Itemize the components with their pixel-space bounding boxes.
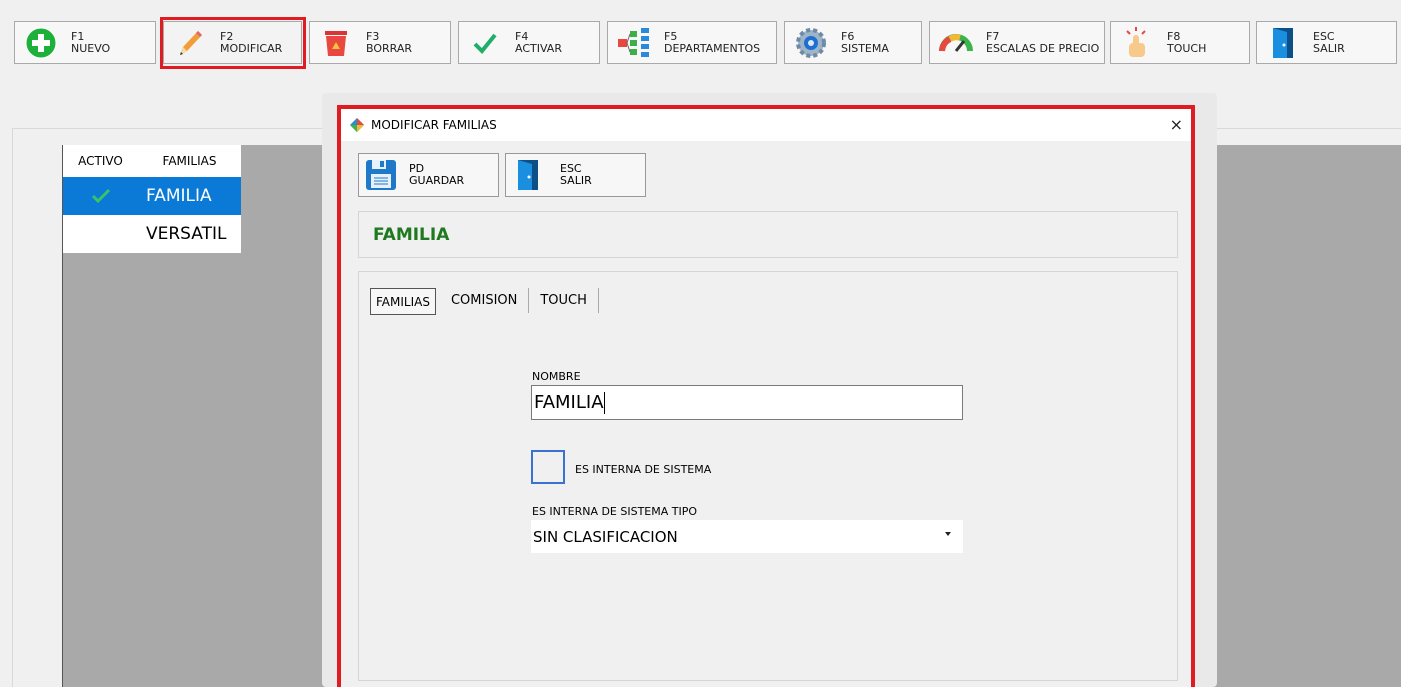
es-interna-label: ES INTERNA DE SISTEMA: [575, 463, 712, 476]
familia-name-heading: FAMILIA: [373, 225, 450, 245]
nombre-input[interactable]: FAMILIA: [531, 385, 963, 420]
trash-icon: [325, 30, 347, 56]
nuevo-button[interactable]: F1 NUEVO: [14, 21, 156, 64]
sistema-key: F6: [841, 29, 855, 43]
nuevo-label: NUEVO: [71, 41, 111, 55]
save-icon: [366, 160, 396, 190]
touch-button[interactable]: F8 TOUCH: [1110, 21, 1250, 64]
dialog-title: MODIFICAR FAMILIAS: [371, 118, 497, 132]
borrar-label: BORRAR: [366, 41, 413, 55]
escalas-precio-button[interactable]: F7 ESCALAS DE PRECIO: [929, 21, 1105, 64]
escalas-label: ESCALAS DE PRECIO: [986, 41, 1100, 55]
salir-button[interactable]: ESC SALIR: [1256, 21, 1397, 64]
salir-label: SALIR: [1313, 41, 1345, 55]
row-active-cell[interactable]: [63, 177, 138, 215]
tipo-label: ES INTERNA DE SISTEMA TIPO: [532, 505, 698, 518]
activar-label: ACTIVAR: [515, 41, 562, 55]
app-logo-icon: [350, 118, 364, 132]
touch-icon: [1126, 26, 1146, 57]
tab-strip: FAMILIAS COMISION TOUCH: [370, 288, 599, 315]
escalas-key: F7: [986, 29, 1000, 43]
highlight-modificar: [160, 17, 306, 69]
salir-key: ESC: [1313, 29, 1335, 43]
check-icon: [473, 33, 497, 54]
familia-name-panel: FAMILIA: [358, 211, 1178, 258]
es-interna-checkbox[interactable]: [531, 450, 565, 484]
gear-icon: [796, 27, 826, 58]
touch-label: TOUCH: [1167, 41, 1207, 55]
tab-familias[interactable]: FAMILIAS: [370, 288, 436, 315]
door-icon: [1273, 27, 1293, 58]
guardar-button[interactable]: PD GUARDAR: [358, 153, 499, 197]
modificar-familias-dialog: MODIFICAR FAMILIAS × PD GUARDAR ESC SALIR …: [337, 105, 1195, 687]
nombre-value: FAMILIA: [534, 392, 604, 413]
dialog-salir-label: SALIR: [560, 174, 592, 187]
check-icon: [91, 188, 110, 204]
table-row[interactable]: VERSATIL: [138, 215, 241, 253]
tab-panel: FAMILIAS COMISION TOUCH NOMBRE FAMILIA E…: [358, 271, 1178, 681]
dialog-titlebar[interactable]: MODIFICAR FAMILIAS ×: [341, 109, 1191, 141]
door-icon: [518, 160, 538, 190]
tab-comision[interactable]: COMISION: [440, 288, 530, 313]
tipo-value: SIN CLASIFICACION: [533, 527, 678, 546]
tab-touch[interactable]: TOUCH: [529, 288, 599, 313]
text-cursor: [603, 391, 605, 414]
activar-button[interactable]: F4 ACTIVAR: [458, 21, 600, 64]
touch-key: F8: [1167, 29, 1181, 43]
nombre-label: NOMBRE: [532, 370, 581, 383]
tipo-select[interactable]: SIN CLASIFICACION: [531, 520, 963, 553]
header-activo[interactable]: ACTIVO: [63, 145, 138, 177]
borrar-key: F3: [366, 29, 380, 43]
departamentos-key: F5: [664, 29, 678, 43]
dialog-salir-button[interactable]: ESC SALIR: [505, 153, 646, 197]
departamentos-button[interactable]: F5 DEPARTAMENTOS: [607, 21, 777, 64]
chevron-down-icon: [945, 532, 951, 536]
nuevo-key: F1: [71, 29, 85, 43]
guardar-label: GUARDAR: [409, 174, 465, 187]
sistema-label: SISTEMA: [841, 41, 889, 55]
sistema-button[interactable]: F6 SISTEMA: [784, 21, 922, 64]
row-active-cell[interactable]: [63, 215, 138, 253]
close-icon[interactable]: ×: [1170, 115, 1183, 134]
table-row[interactable]: FAMILIA: [138, 177, 241, 215]
departamentos-label: DEPARTAMENTOS: [664, 41, 761, 55]
add-icon: [25, 27, 57, 58]
hierarchy-icon: [618, 27, 649, 57]
header-familias[interactable]: FAMILIAS: [138, 145, 241, 177]
gauge-icon: [939, 33, 973, 52]
activar-key: F4: [515, 29, 529, 43]
borrar-button[interactable]: F3 BORRAR: [309, 21, 451, 64]
